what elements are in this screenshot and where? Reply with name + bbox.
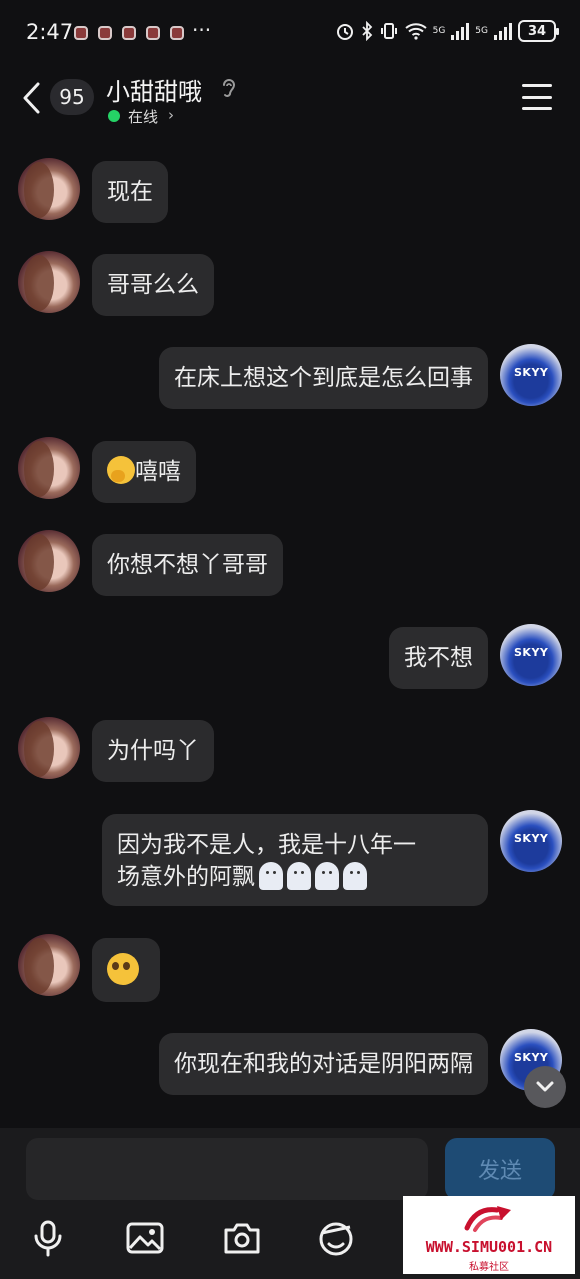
- message-text-line: 场意外的阿飘: [117, 861, 473, 893]
- network-label: 5G: [432, 26, 446, 36]
- scroll-to-bottom-button[interactable]: [524, 1066, 566, 1108]
- more-notifications: ···: [192, 18, 212, 42]
- signal-icon: [451, 22, 470, 40]
- message-input[interactable]: [26, 1138, 428, 1200]
- chevron-left-icon: [23, 82, 40, 114]
- chat-header: 95 小甜甜哦 在线 ›: [0, 64, 580, 134]
- chevron-right-icon: ›: [168, 106, 174, 124]
- message-text: 哥哥么么: [107, 272, 199, 298]
- signal-icon: [494, 22, 512, 40]
- message-bubble-sent[interactable]: 因为我不是人，我是十八年一 场意外的阿飘: [102, 814, 488, 906]
- message-bubble-sent[interactable]: 我不想: [389, 627, 488, 689]
- network-label: 5G: [475, 26, 488, 36]
- status-bar: 2:47 ··· 5G 5G 34: [0, 0, 580, 64]
- chevron-down-icon: [536, 1081, 554, 1092]
- online-status[interactable]: 在线: [128, 106, 158, 127]
- message-bubble-sent[interactable]: 在床上想这个到底是怎么回事: [159, 347, 488, 409]
- user-avatar[interactable]: [500, 810, 562, 872]
- app-notification-icon: [122, 26, 136, 40]
- send-button[interactable]: 发送: [445, 1138, 555, 1200]
- message-text: 场意外的阿飘: [117, 864, 255, 890]
- message-bubble-received[interactable]: 现在: [92, 161, 168, 223]
- ghost-emoji: [343, 862, 367, 890]
- back-button[interactable]: [18, 80, 48, 116]
- online-status-dot: [108, 110, 120, 122]
- menu-icon: [522, 95, 552, 99]
- contact-avatar[interactable]: [18, 251, 80, 313]
- ghost-emoji: [259, 862, 283, 890]
- camera-icon[interactable]: [222, 1218, 262, 1258]
- alarm-icon: [336, 24, 353, 40]
- system-status-icons: 5G 5G 34: [335, 20, 559, 42]
- contact-avatar[interactable]: [18, 530, 80, 592]
- ghost-emoji: [287, 862, 311, 890]
- app-notification-icon: [170, 26, 184, 40]
- message-text: 为什吗丫: [107, 738, 199, 764]
- watermark-logo-icon: [464, 1206, 511, 1232]
- unread-count-badge[interactable]: 95: [50, 79, 94, 115]
- vibrate-icon: [380, 23, 397, 39]
- message-text: 我不想: [404, 645, 473, 671]
- contact-avatar[interactable]: [18, 437, 80, 499]
- message-bubble-received[interactable]: [92, 938, 160, 1002]
- ghost-emoji: [315, 862, 339, 890]
- image-icon[interactable]: [125, 1218, 165, 1258]
- wifi-icon: [404, 23, 427, 40]
- message-text: 嘻嘻: [135, 459, 181, 485]
- message-bubble-received[interactable]: 哥哥么么: [92, 254, 214, 316]
- status-time: 2:47: [26, 20, 74, 44]
- shushing-face-emoji: [107, 456, 135, 484]
- app-notification-icon: [74, 26, 88, 40]
- message-bubble-received[interactable]: 为什吗丫: [92, 720, 214, 782]
- message-text: 你想不想丫哥哥: [107, 552, 268, 578]
- notification-icons: [74, 26, 184, 40]
- battery-icon: 34: [518, 20, 559, 42]
- message-text: 在床上想这个到底是怎么回事: [174, 365, 473, 391]
- site-watermark: WWW.SIMU001.CN 私募社区: [403, 1196, 575, 1274]
- watermark-subtitle: 私募社区: [469, 1262, 509, 1273]
- message-bubble-received[interactable]: 嘻嘻: [92, 441, 196, 503]
- message-text: 因为我不是人，我是十八年一: [117, 832, 416, 858]
- user-avatar[interactable]: [500, 624, 562, 686]
- user-avatar[interactable]: [500, 344, 562, 406]
- microphone-icon[interactable]: [28, 1218, 68, 1258]
- sticker-icon[interactable]: [316, 1218, 356, 1258]
- watermark-url: WWW.SIMU001.CN: [425, 1238, 553, 1256]
- menu-icon: [522, 84, 552, 87]
- message-text: 现在: [107, 179, 153, 205]
- app-notification-icon: [98, 26, 112, 40]
- menu-button[interactable]: [522, 84, 552, 110]
- contact-name[interactable]: 小甜甜哦: [106, 72, 202, 107]
- pleading-face-emoji: [107, 953, 139, 985]
- ear-icon[interactable]: [220, 76, 238, 100]
- bluetooth-icon: [361, 21, 372, 41]
- contact-avatar[interactable]: [18, 934, 80, 996]
- contact-avatar[interactable]: [18, 158, 80, 220]
- contact-avatar[interactable]: [18, 717, 80, 779]
- app-notification-icon: [146, 26, 160, 40]
- message-bubble-received[interactable]: 你想不想丫哥哥: [92, 534, 283, 596]
- message-text: 你现在和我的对话是阴阳两隔: [174, 1051, 473, 1077]
- message-bubble-sent[interactable]: 你现在和我的对话是阴阳两隔: [159, 1033, 488, 1095]
- menu-icon: [522, 107, 552, 110]
